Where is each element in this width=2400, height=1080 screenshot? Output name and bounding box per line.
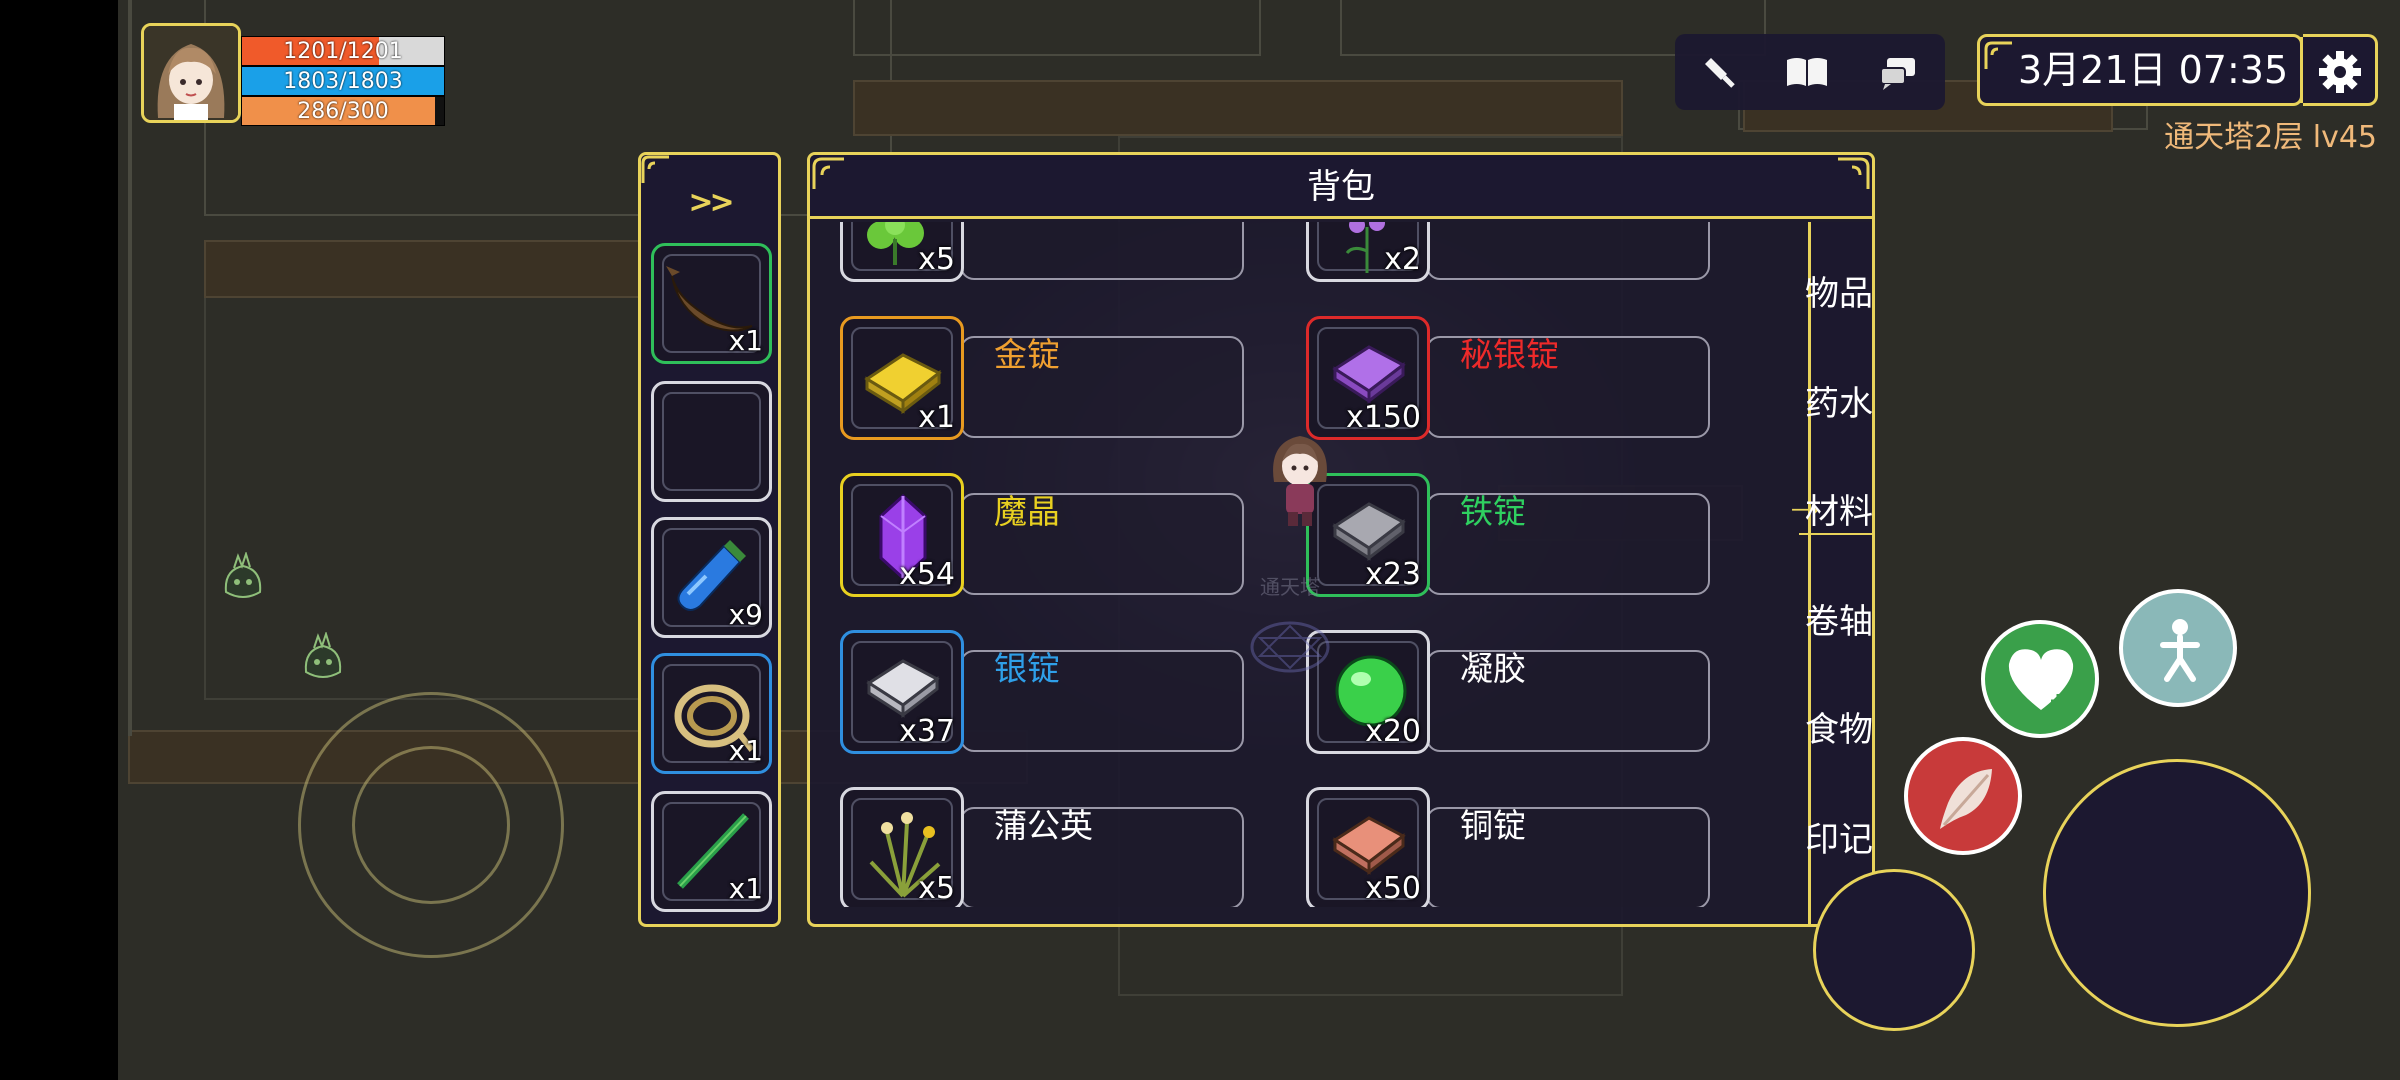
slot-count: x9: [728, 598, 763, 631]
date-time-text: 3月21日 07:35: [2018, 48, 2289, 92]
girl-portrait-icon: [144, 26, 238, 120]
item-slot: x5: [840, 222, 964, 282]
feather-icon: [1940, 769, 1992, 829]
bag-item[interactable]: x5: [840, 222, 1245, 284]
backpack-panel: 背包 x5 x2 x1 金锭 x150 秘银锭 x54 魔晶 x23 铁锭 x3…: [807, 152, 1875, 927]
item-name: 银锭: [994, 649, 1060, 688]
item-slot: x1: [840, 316, 964, 440]
tab-seals[interactable]: 印记: [1799, 812, 1872, 861]
item-count: x37: [899, 714, 955, 749]
corner-ornament-icon: [641, 155, 669, 183]
bag-item-iron-ingot[interactable]: x23 铁锭: [1306, 473, 1711, 599]
quick-item-bar: >> x1 x9 x1 x1: [638, 152, 781, 927]
item-count: x54: [899, 557, 955, 592]
bag-item-magic-crystal[interactable]: x54 魔晶: [840, 473, 1245, 599]
item-slot: x5: [840, 787, 964, 907]
backpack-category-tabs: 物品 药水 ⟶ 材料 卷轴 食物 印记: [1791, 222, 1872, 924]
item-slot: x54: [840, 473, 964, 597]
item-count: x150: [1345, 400, 1421, 435]
xp-text: 286/300: [297, 99, 389, 124]
heart-plus-icon: [2008, 649, 2074, 710]
item-slot: x37: [840, 630, 964, 754]
floor-level-text: 通天塔2层 lv45: [2164, 120, 2377, 155]
player-character-sprite: [1273, 436, 1327, 526]
book-icon[interactable]: [1783, 48, 1831, 96]
item-name: 金锭: [994, 335, 1060, 374]
item-name: 秘银锭: [1460, 335, 1559, 374]
feather-skill-button[interactable]: [1904, 737, 2022, 855]
xp-bar: 286/300: [241, 96, 445, 126]
corner-ornament-icon: [1838, 157, 1870, 189]
quick-slot[interactable]: x1: [651, 653, 772, 774]
item-count: x5: [918, 242, 955, 277]
slime-monster-icon: [224, 552, 262, 598]
bag-item-dandelion[interactable]: x5 蒲公英: [840, 787, 1245, 907]
gear-icon: [2319, 51, 2361, 93]
heal-skill-button[interactable]: [1981, 620, 2099, 738]
bag-item-gel[interactable]: x20 凝胶: [1306, 630, 1711, 756]
item-card: [960, 222, 1244, 280]
tab-food[interactable]: 食物: [1799, 702, 1872, 751]
quick-slot[interactable]: x1: [651, 791, 772, 912]
mp-text: 1803/1803: [283, 69, 403, 94]
slot-inner: [662, 392, 761, 491]
bag-item-mithril-ingot[interactable]: x150 秘银锭: [1306, 316, 1711, 442]
clock-panel: 3月21日 07:35: [1977, 34, 2303, 106]
quick-slot[interactable]: x1: [651, 243, 772, 364]
item-slot: x2: [1306, 222, 1430, 282]
backpack-header: 背包: [810, 155, 1872, 219]
quickbar-toggle-button[interactable]: >>: [641, 185, 778, 220]
item-name: 蒲公英: [994, 806, 1093, 845]
tool-bar: [1675, 34, 1945, 110]
tab-potions[interactable]: 药水: [1799, 376, 1872, 425]
backpack-item-list[interactable]: x5 x2 x1 金锭 x150 秘银锭 x54 魔晶 x23 铁锭 x37 银…: [810, 222, 1808, 907]
bag-item[interactable]: x2: [1306, 222, 1711, 284]
item-count: x20: [1365, 714, 1421, 749]
chat-icon[interactable]: [1875, 48, 1923, 96]
teleport-sigil-icon: 通天塔: [1250, 575, 1330, 673]
character-button[interactable]: [2119, 589, 2237, 707]
watermark-text: 通天塔: [1260, 575, 1320, 599]
small-action-button[interactable]: [1813, 869, 1975, 1031]
item-name: 铜锭: [1460, 806, 1526, 845]
bag-item-copper-ingot[interactable]: x50 铜锭: [1306, 787, 1711, 907]
slime-monster-icon: [304, 632, 342, 678]
bag-item-gold-ingot[interactable]: x1 金锭: [840, 316, 1245, 442]
slot-count: x1: [728, 872, 763, 905]
item-count: x5: [918, 871, 955, 906]
hp-text: 1201/1201: [283, 39, 403, 64]
bag-item-silver-ingot[interactable]: x37 银锭: [840, 630, 1245, 756]
settings-button[interactable]: [2300, 34, 2378, 106]
person-icon: [2160, 619, 2200, 682]
tab-scrolls[interactable]: 卷轴: [1799, 594, 1872, 643]
corner-ornament-icon: [812, 157, 844, 189]
player-avatar[interactable]: [141, 23, 241, 123]
item-name: 魔晶: [994, 492, 1060, 531]
item-count: x1: [918, 400, 955, 435]
backpack-title: 背包: [1307, 167, 1375, 207]
mp-bar: 1803/1803: [241, 66, 445, 96]
hp-bar: 1201/1201: [241, 36, 445, 66]
hammer-icon[interactable]: [1697, 48, 1745, 96]
tab-materials[interactable]: 材料: [1799, 484, 1872, 535]
quick-slot-empty[interactable]: [651, 381, 772, 502]
item-card: [1426, 222, 1710, 280]
item-name: 铁锭: [1460, 492, 1526, 531]
joystick-knob[interactable]: [352, 746, 510, 904]
item-slot: x50: [1306, 787, 1430, 907]
slot-count: x1: [728, 324, 763, 357]
quick-slot[interactable]: x9: [651, 517, 772, 638]
item-count: x50: [1365, 871, 1421, 906]
slot-count: x1: [728, 734, 763, 767]
attack-button[interactable]: [2043, 759, 2311, 1027]
tab-items[interactable]: 物品: [1799, 266, 1872, 315]
item-name: 凝胶: [1460, 649, 1526, 688]
item-count: x2: [1384, 242, 1421, 277]
item-count: x23: [1365, 557, 1421, 592]
